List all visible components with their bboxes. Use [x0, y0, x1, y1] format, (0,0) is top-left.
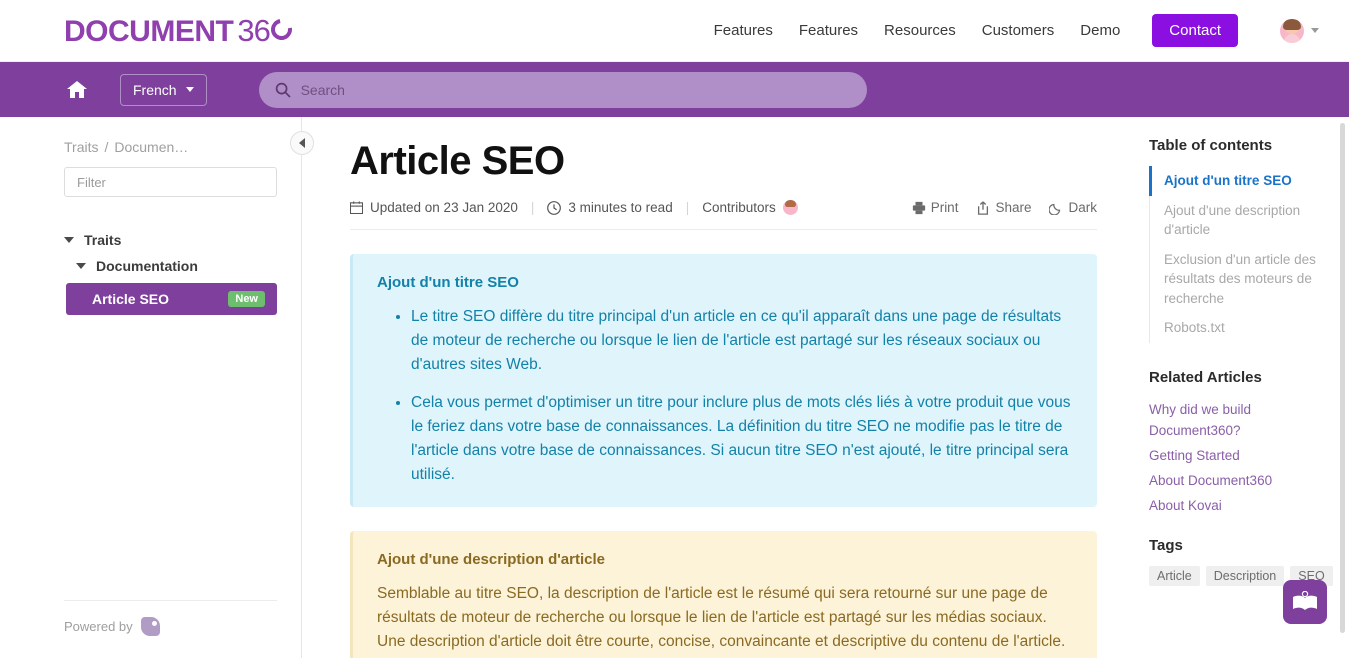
powered-by-label: Powered by [64, 619, 133, 634]
logo-text-360: 36 [237, 12, 296, 49]
top-navigation-bar: DOCUMENT 36 Features Features Resources … [0, 0, 1349, 62]
related-link-3[interactable]: About Document360 [1149, 469, 1333, 494]
related-articles-section: Related Articles Why did we build Docume… [1149, 369, 1333, 519]
meta-contributors-label: Contributors [702, 200, 776, 215]
related-link-1[interactable]: Why did we build Document360? [1149, 398, 1333, 444]
article-content: Article SEO Updated on 23 Jan 2020 | 3 m… [302, 117, 1137, 658]
toc-item-1[interactable]: Ajout d'un titre SEO [1149, 166, 1333, 196]
print-button[interactable]: Print [912, 200, 959, 215]
navigation-tree: Traits Documentation Article SEO New [64, 227, 277, 315]
toc-item-2[interactable]: Ajout d'une description d'article [1149, 196, 1333, 245]
language-selector-label: French [133, 81, 177, 98]
nav-link-resources[interactable]: Resources [884, 22, 956, 39]
tree-node-label: Traits [84, 232, 122, 248]
logo-text-document: DOCUMENT [64, 14, 234, 48]
print-label: Print [930, 200, 959, 215]
dark-mode-button[interactable]: Dark [1049, 200, 1097, 215]
toc-item-3[interactable]: Exclusion d'un article des résultats des… [1149, 245, 1333, 314]
status-badge: New [228, 291, 265, 307]
knowledge-base-toolbar: French Search [0, 62, 1349, 117]
meta-read-time-text: 3 minutes to read [568, 200, 673, 215]
search-icon [275, 82, 291, 98]
meta-updated-text: Updated on 23 Jan 2020 [370, 200, 518, 215]
tags-section: Tags Article Description SEO [1149, 537, 1333, 586]
toc-heading: Table of contents [1149, 137, 1273, 154]
calendar-icon [350, 201, 363, 214]
chevron-down-icon[interactable] [76, 263, 86, 269]
home-icon[interactable] [64, 80, 90, 99]
dark-label: Dark [1068, 200, 1097, 215]
nav-link-customers[interactable]: Customers [982, 22, 1055, 39]
table-of-contents: Ajout d'un titre SEO Ajout d'une descrip… [1149, 166, 1333, 343]
tree-node-article-seo[interactable]: Article SEO New [66, 283, 277, 315]
moon-icon [1049, 203, 1061, 215]
related-link-2[interactable]: Getting Started [1149, 444, 1333, 469]
search-input[interactable]: Search [258, 71, 867, 108]
chevron-down-icon [185, 87, 194, 92]
chevron-down-icon[interactable] [1311, 28, 1319, 33]
callout-seo-title: Ajout d'un titre SEO Le titre SEO diffèr… [350, 254, 1097, 508]
callout-title: Ajout d'un titre SEO [377, 274, 519, 291]
document360-mark-icon [140, 617, 160, 636]
nav-link-features-2[interactable]: Features [799, 22, 858, 39]
search-placeholder: Search [300, 81, 345, 98]
related-link-4[interactable]: About Kovai [1149, 494, 1333, 519]
logo-number: 36 [237, 12, 270, 48]
printer-icon [912, 201, 925, 214]
meta-contributors: Contributors [702, 200, 798, 215]
user-menu[interactable] [1280, 18, 1319, 43]
tags-heading: Tags [1149, 536, 1183, 554]
tree-node-documentation[interactable]: Documentation [64, 253, 277, 279]
list-item: Cela vous permet d'optimiser un titre po… [411, 391, 1073, 487]
nav-links: Features Features Resources Customers De… [714, 14, 1319, 47]
left-sidebar: Traits / Documen… Filter Traits Document… [0, 117, 314, 658]
tree-node-label: Article SEO [92, 291, 170, 307]
tag-article[interactable]: Article [1149, 565, 1200, 586]
meta-read-time: 3 minutes to read [547, 200, 673, 215]
open-book-icon [1293, 591, 1317, 610]
filter-input[interactable]: Filter [64, 167, 277, 197]
callout-title: Ajout d'une description d'article [377, 551, 605, 569]
callout-article-description: Ajout d'une description d'article Sembla… [350, 531, 1097, 658]
scrollbar[interactable] [1340, 123, 1345, 633]
breadcrumb-root[interactable]: Traits [64, 139, 98, 155]
list-item: Le titre SEO diffère du titre principal … [411, 305, 1073, 377]
breadcrumb: Traits / Documen… [64, 139, 277, 155]
share-icon [978, 200, 989, 215]
meta-updated: Updated on 23 Jan 2020 [350, 200, 518, 215]
clock-icon [547, 200, 562, 215]
share-button[interactable]: Share [976, 200, 1031, 215]
user-avatar[interactable] [1280, 18, 1304, 43]
breadcrumb-separator: / [104, 139, 109, 155]
chevron-left-icon [299, 138, 305, 148]
tree-node-traits[interactable]: Traits [64, 227, 277, 253]
knowledge-base-fab-button[interactable] [1283, 580, 1327, 624]
toc-item-4[interactable]: Robots.txt [1149, 313, 1333, 343]
nav-link-demo[interactable]: Demo [1080, 22, 1120, 39]
chevron-down-icon[interactable] [64, 237, 74, 243]
nav-link-features-1[interactable]: Features [714, 22, 773, 39]
main-content-area: Traits / Documen… Filter Traits Document… [0, 117, 1349, 658]
meta-divider: | [530, 200, 535, 215]
right-sidebar: Table of contents Ajout d'un titre SEO A… [1137, 117, 1349, 658]
share-label: Share [995, 200, 1032, 215]
callout-bullet-list: Le titre SEO diffère du titre principal … [377, 305, 1073, 487]
breadcrumb-current[interactable]: Documen… [114, 139, 188, 155]
tag-description[interactable]: Description [1205, 565, 1285, 586]
article-actions: Print Share Dark [912, 200, 1097, 215]
language-selector[interactable]: French [120, 73, 207, 106]
related-articles-heading: Related Articles [1149, 368, 1262, 386]
powered-by: Powered by [64, 600, 277, 658]
article-meta: Updated on 23 Jan 2020 | 3 minutes to re… [350, 200, 1097, 230]
document360-logo[interactable]: DOCUMENT 36 [64, 12, 296, 49]
page-title: Article SEO [350, 139, 565, 183]
contributor-avatar[interactable] [782, 200, 798, 215]
callout-body: Semblable au titre SEO, la description d… [377, 585, 1066, 651]
tree-node-label: Documentation [96, 258, 198, 274]
filter-placeholder: Filter [77, 174, 106, 190]
contact-button[interactable]: Contact [1152, 14, 1238, 47]
meta-divider: | [685, 200, 690, 215]
sidebar-collapse-button[interactable] [290, 131, 314, 155]
logo-ring-icon [266, 14, 296, 44]
